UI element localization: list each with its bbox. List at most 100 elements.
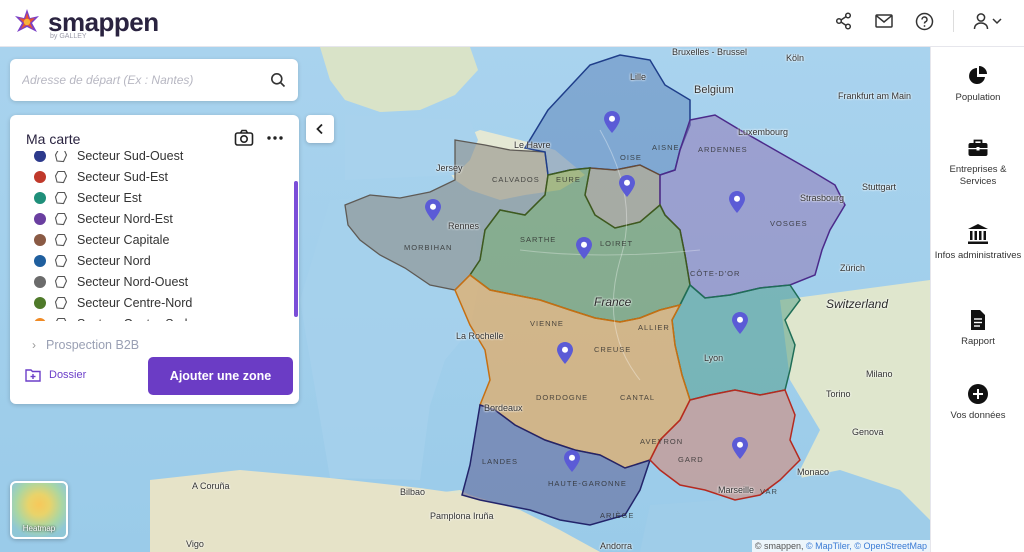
attribution-osm-link[interactable]: © OpenStreetMap: [854, 541, 927, 551]
sidebar-item-population[interactable]: Population: [931, 65, 1024, 104]
map-pin-icon[interactable]: [732, 312, 748, 334]
folder-prospection[interactable]: › Prospection B2B: [32, 338, 139, 352]
map-pin-icon[interactable]: [604, 111, 620, 133]
folder-plus-icon: [25, 369, 41, 382]
region-label: SARTHE: [520, 235, 557, 244]
zone-color-dot[interactable]: [34, 191, 46, 204]
zone-list-item[interactable]: Secteur Nord: [10, 250, 290, 271]
zone-list-item[interactable]: Secteur Capitale: [10, 229, 290, 250]
zone-color-dot[interactable]: [34, 275, 46, 288]
new-folder-button[interactable]: Dossier: [25, 368, 86, 382]
city-label: Milano: [866, 369, 893, 379]
zone-list-item[interactable]: Secteur Sud-Ouest: [10, 151, 290, 166]
city-label: Bruxelles - Brussel: [672, 47, 748, 57]
search-input[interactable]: [10, 73, 260, 87]
city-label: Rennes: [448, 221, 480, 231]
map-pin-icon[interactable]: [564, 450, 580, 472]
map-pin-icon[interactable]: [557, 342, 573, 364]
zone-label: Secteur Sud-Est: [77, 169, 169, 184]
region-label: CANTAL: [620, 393, 656, 402]
zone-label: Secteur Centre-Sud: [77, 317, 187, 322]
new-folder-label: Dossier: [49, 369, 87, 381]
bank-icon: [968, 224, 988, 244]
region-label: ARDENNES: [698, 145, 748, 154]
polygon-icon: [54, 296, 68, 309]
folder-label: Prospection B2B: [46, 338, 140, 352]
zone-label: Secteur Sud-Ouest: [77, 151, 184, 163]
map-pin-icon[interactable]: [729, 191, 745, 213]
sidebar-item-vos-donnees[interactable]: Vos données: [931, 383, 1024, 422]
document-icon: [971, 310, 985, 330]
zone-list-item[interactable]: Secteur Est: [10, 187, 290, 208]
sidebar-item-rapport[interactable]: Rapport: [931, 309, 1024, 348]
city-label: Frankfurt am Main: [838, 91, 912, 101]
zone-color-dot[interactable]: [34, 317, 46, 321]
help-icon[interactable]: [913, 10, 935, 32]
heatmap-toggle[interactable]: Heatmap: [10, 481, 68, 539]
zone-est: [671, 283, 801, 401]
zone-color-dot[interactable]: [34, 254, 46, 267]
city-label: Luxembourg: [738, 127, 789, 137]
region-label: MORBIHAN: [404, 243, 453, 252]
list-scrollbar[interactable]: [294, 181, 298, 317]
region-label: LANDES: [482, 457, 519, 466]
zone-color-dot[interactable]: [34, 151, 46, 162]
zone-list-item[interactable]: Secteur Centre-Nord: [10, 292, 290, 313]
zone-label: Secteur Nord: [77, 253, 151, 268]
city-label: Zürich: [840, 263, 866, 273]
zone-label: Secteur Capitale: [77, 232, 170, 247]
zone-color-dot[interactable]: [34, 233, 46, 246]
camera-icon[interactable]: [234, 129, 254, 147]
zone-color-dot[interactable]: [34, 170, 46, 183]
zone-list-item[interactable]: Secteur Centre-Sud: [10, 313, 290, 321]
country-label: France: [594, 295, 632, 309]
sidebar-item-entreprises[interactable]: Entreprises & Services: [931, 137, 1024, 188]
top-divider: [953, 10, 954, 32]
sidebar-item-infos-administratives[interactable]: Infos administratives: [931, 223, 1024, 262]
city-label: Pamplona Iruña: [430, 511, 494, 521]
share-icon[interactable]: [833, 10, 855, 32]
sidebar-label: Rapport: [961, 336, 995, 347]
zone-color-dot[interactable]: [34, 212, 46, 225]
user-menu-icon[interactable]: [972, 10, 1006, 32]
zone-list-item[interactable]: Secteur Nord-Est: [10, 208, 290, 229]
sidebar-label: Entreprises & Services: [949, 164, 1007, 187]
sidebar-label: Population: [955, 92, 1001, 103]
polygon-icon: [54, 275, 68, 288]
city-label: Torino: [826, 389, 851, 399]
region-label: CALVADOS: [492, 175, 540, 184]
city-label: Le Havre: [514, 140, 551, 150]
map-pin-icon[interactable]: [425, 199, 441, 221]
region-label: AVEYRON: [640, 437, 684, 446]
my-map-panel: Ma carte Secteur Sud-Ouest Secteur Sud-Es…: [10, 115, 299, 404]
search-icon[interactable]: [270, 72, 286, 88]
add-zone-button[interactable]: Ajouter une zone: [148, 357, 293, 395]
map-attribution: © smappen, © MapTiler, © OpenStreetMap: [751, 540, 930, 552]
mail-icon[interactable]: [873, 10, 895, 32]
logo[interactable]: smappen by GALLEY: [12, 7, 159, 40]
city-label: Strasbourg: [800, 193, 845, 203]
map-pin-icon[interactable]: [576, 237, 592, 259]
country-label: Belgium: [694, 84, 734, 96]
zone-label: Secteur Centre-Nord: [77, 295, 193, 310]
more-options-icon[interactable]: [266, 129, 284, 147]
attribution-maptiler-link[interactable]: © MapTiler,: [806, 541, 852, 551]
region-label: ARIÈGE: [600, 511, 635, 520]
polygon-icon: [54, 191, 68, 204]
city-label: Bordeaux: [484, 403, 523, 413]
map-pin-icon[interactable]: [619, 175, 635, 197]
map-pin-icon[interactable]: [732, 437, 748, 459]
collapse-panel-button[interactable]: [306, 115, 334, 143]
city-label: A Coruña: [192, 481, 230, 491]
zone-label: Secteur Est: [77, 190, 142, 205]
top-actions: [833, 10, 1006, 32]
region-label: OISE: [620, 153, 642, 162]
attribution-smappen: © smappen,: [754, 541, 804, 551]
city-label: Andorra: [600, 541, 633, 551]
zone-list-item[interactable]: Secteur Sud-Est: [10, 166, 290, 187]
city-label: Marseille: [718, 485, 755, 495]
region-label: VOSGES: [770, 219, 808, 228]
zone-color-dot[interactable]: [34, 296, 46, 309]
chevron-left-icon: [316, 123, 323, 135]
zone-list-item[interactable]: Secteur Nord-Ouest: [10, 271, 290, 292]
